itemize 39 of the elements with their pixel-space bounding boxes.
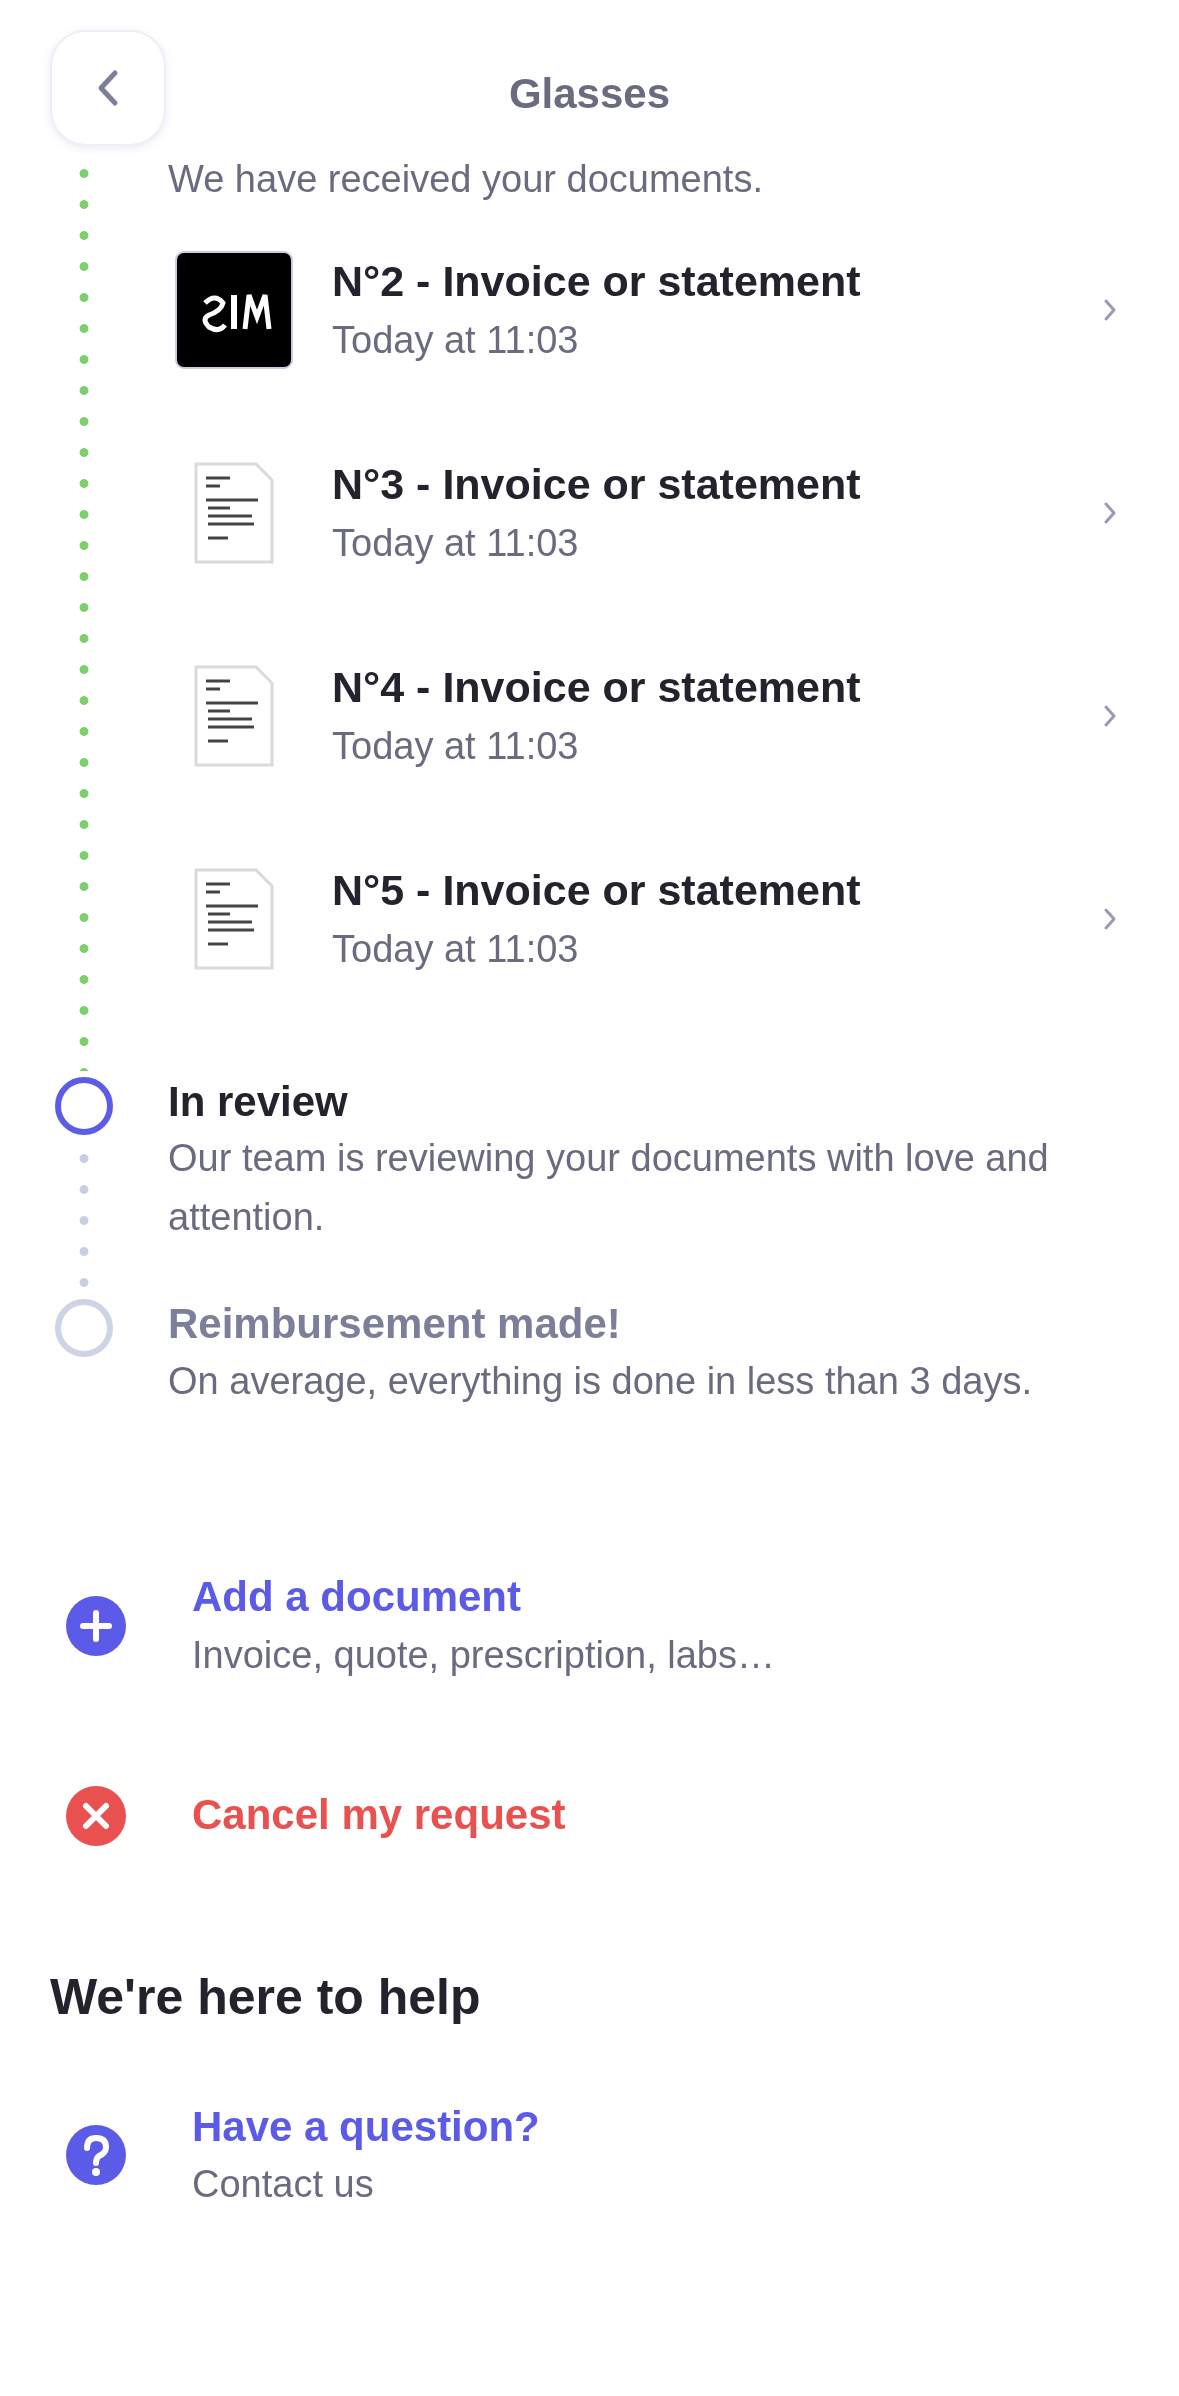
document-time: Today at 11:03 <box>332 317 580 363</box>
action-subtitle: Invoice, quote, prescription, labs… <box>192 1632 775 1678</box>
page-title: Glasses <box>508 69 671 119</box>
document-row[interactable]: N°2 - Invoice or statement Today at 11:03 <box>168 208 1139 412</box>
document-title: N°3 - Invoice or statement <box>332 458 862 510</box>
action-title: Add a document <box>192 1571 522 1622</box>
step-title: Reimbursement made! <box>168 1299 622 1350</box>
document-title: N°2 - Invoice or statement <box>332 255 862 307</box>
section-heading: We're here to help <box>49 1967 482 2027</box>
step-description: We have received your documents. <box>168 157 764 202</box>
action-subtitle: Contact us <box>192 2162 375 2208</box>
action-title: Cancel my request <box>192 1790 566 1841</box>
help-row[interactable]: Have a question? Contact us <box>0 2096 1179 2215</box>
chevron-right-icon <box>1103 501 1117 526</box>
action-row[interactable]: Add a document Invoice, quote, prescription, labs… <box>0 1566 1179 1685</box>
document-time: Today at 11:03 <box>332 926 580 972</box>
document-icon <box>194 868 274 971</box>
step-description: On average, everything is done in less than 3 days. <box>168 1358 1033 1404</box>
document-row[interactable]: N°5 - Invoice or statement Today at 11:03 <box>168 817 1139 1021</box>
back-button[interactable] <box>50 30 166 146</box>
document-title: N°4 - Invoice or statement <box>332 661 862 713</box>
chevron-right-icon <box>1103 704 1117 729</box>
step-description: Our team is reviewing your documents with love and attention. <box>168 1136 1050 1241</box>
chevron-right-icon <box>1103 907 1117 932</box>
question-icon <box>66 2125 126 2186</box>
document-row[interactable]: N°3 - Invoice or statement Today at 11:03 <box>168 411 1139 615</box>
document-time: Today at 11:03 <box>332 723 580 769</box>
action-row[interactable]: Cancel my request <box>0 1784 1179 1847</box>
action-title: Have a question? <box>192 2101 540 2152</box>
document-title: N°5 - Invoice or statement <box>332 864 862 916</box>
chevron-right-icon <box>1103 298 1117 323</box>
plus-icon <box>66 1595 126 1656</box>
document-time: Today at 11:03 <box>332 520 580 566</box>
document-icon <box>194 462 274 565</box>
document-row[interactable]: N°4 - Invoice or statement Today at 11:03 <box>168 614 1139 818</box>
chevron-left-icon <box>97 69 119 107</box>
step-title: In review <box>168 1076 349 1127</box>
close-icon <box>66 1785 126 1846</box>
document-icon <box>194 665 274 768</box>
